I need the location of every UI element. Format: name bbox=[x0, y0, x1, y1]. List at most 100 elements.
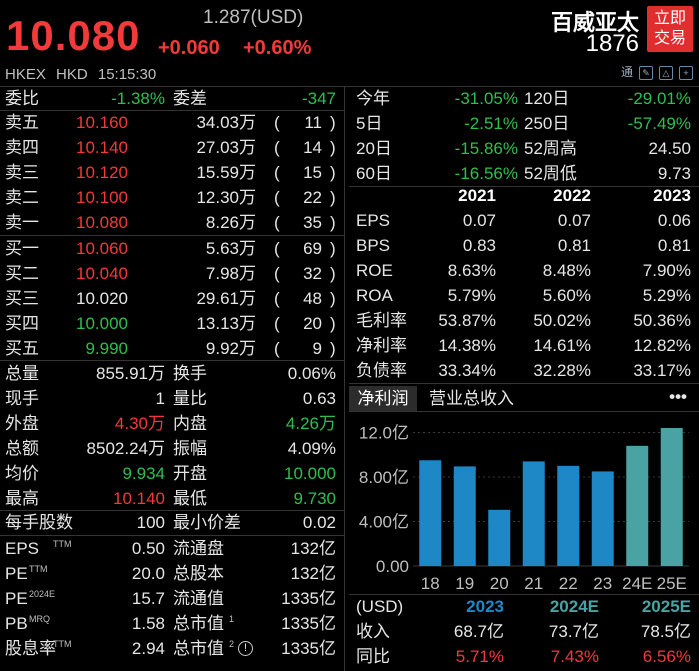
fin-value: 32.28% bbox=[533, 361, 591, 380]
y-tick-label: 12.0亿 bbox=[359, 423, 409, 442]
paren-close: ) bbox=[330, 339, 336, 358]
forecast-value: 73.7亿 bbox=[548, 622, 599, 641]
x-tick-label: 23 bbox=[593, 574, 612, 592]
weibi-label: 委比 bbox=[5, 89, 39, 108]
level-label: 卖一 bbox=[5, 213, 39, 232]
forecast-row: 同比 5.71% 7.43% 6.56% bbox=[349, 644, 699, 669]
tick-size-value: 0.02 bbox=[302, 513, 336, 532]
y-tick-label: 4.00亿 bbox=[359, 512, 409, 531]
valuation-label: PE bbox=[5, 589, 28, 608]
x-tick-label: 21 bbox=[524, 574, 543, 592]
level-volume: 12.30万 bbox=[196, 188, 256, 207]
bar bbox=[488, 509, 511, 566]
forecast-header: (USD) 2023 2024E 2025E bbox=[349, 594, 699, 619]
stat-label: 量比 bbox=[173, 389, 207, 408]
perf-label: 20日 bbox=[356, 139, 392, 158]
stat-label: 最高 bbox=[5, 489, 39, 508]
fin-label: ROE bbox=[356, 261, 393, 280]
level-count: 48 bbox=[303, 289, 322, 308]
stat-value: 4.26万 bbox=[285, 414, 336, 433]
marketcap-suffix: 2 bbox=[229, 639, 235, 649]
level-label: 卖二 bbox=[5, 188, 39, 207]
level-label: 买四 bbox=[5, 314, 39, 333]
valuation-label: 流通值 bbox=[173, 589, 224, 608]
fin-value: 5.79% bbox=[447, 286, 496, 305]
lot-row: 每手股数 100 最小价差 0.02 bbox=[0, 510, 344, 535]
perf-value: -2.51% bbox=[464, 114, 518, 133]
stat-value: 10.000 bbox=[284, 464, 336, 483]
tab-revenue[interactable]: 营业总收入 bbox=[429, 386, 514, 411]
x-tick-label: 20 bbox=[490, 574, 509, 592]
level-label: 买五 bbox=[5, 339, 39, 358]
valuation-value: 132亿 bbox=[290, 564, 336, 583]
performance-row: 5日 -2.51% 250日 -57.49% bbox=[349, 111, 699, 136]
add-watchlist-icon[interactable]: + bbox=[679, 66, 693, 80]
tick-size-label: 最小价差 bbox=[173, 513, 241, 532]
paren-open: ( bbox=[274, 239, 280, 258]
perf-value: -57.49% bbox=[627, 114, 691, 133]
alert-bell-icon[interactable]: △ bbox=[659, 66, 673, 80]
stat-value: 9.934 bbox=[122, 464, 165, 483]
valuation-value: 1.58 bbox=[131, 614, 165, 633]
order-level-row: 买四 10.000 13.13万 (20) bbox=[0, 311, 344, 336]
financials-row: EPS 0.07 0.07 0.06 bbox=[349, 208, 699, 233]
paren-close: ) bbox=[330, 138, 336, 157]
level-count: 9 bbox=[312, 339, 322, 358]
fin-label: 负债率 bbox=[356, 361, 407, 380]
perf-value: -31.05% bbox=[454, 89, 518, 108]
paren-close: ) bbox=[330, 163, 336, 182]
level-label: 买一 bbox=[5, 239, 39, 258]
trade-now-button[interactable]: 立即 交易 bbox=[647, 6, 693, 52]
x-tick-label: 25E bbox=[657, 574, 687, 592]
level-volume: 7.98万 bbox=[205, 264, 256, 283]
forecast-row: 收入 68.7亿 73.7亿 78.5亿 bbox=[349, 619, 699, 644]
fin-value: 0.07 bbox=[462, 211, 496, 230]
level-price: 10.160 bbox=[76, 113, 128, 132]
performance-row: 今年 -31.05% 120日 -29.01% bbox=[349, 86, 699, 111]
level-label: 买二 bbox=[5, 264, 39, 283]
level-label: 卖三 bbox=[5, 163, 39, 182]
info-icon[interactable]: ! bbox=[238, 641, 253, 656]
forecast-value: 68.7亿 bbox=[453, 622, 504, 641]
paren-close: ) bbox=[330, 239, 336, 258]
stat-value: 0.63 bbox=[302, 389, 336, 408]
fin-value: 0.81 bbox=[657, 236, 691, 255]
metric-suffix: TTM bbox=[53, 639, 72, 649]
perf-label: 120日 bbox=[524, 89, 570, 108]
forecast-label: 同比 bbox=[356, 647, 390, 666]
valuation-label: PE bbox=[5, 564, 28, 583]
edit-icon[interactable]: ✎ bbox=[639, 66, 653, 80]
stat-label: 最低 bbox=[173, 489, 207, 508]
metric-suffix: TTM bbox=[53, 539, 72, 549]
order-level-row: 卖二 10.100 12.30万 (22) bbox=[0, 185, 344, 210]
fin-value: 0.07 bbox=[557, 211, 591, 230]
valuation-label: 总市值 bbox=[173, 639, 224, 658]
x-tick-label: 18 bbox=[421, 574, 440, 592]
paren-close: ) bbox=[330, 188, 336, 207]
fin-value: 0.06 bbox=[657, 211, 691, 230]
stat-row: 总量 855.91万 换手 0.06% bbox=[0, 361, 344, 386]
stat-row: 均价 9.934 开盘 10.000 bbox=[0, 461, 344, 486]
bar bbox=[557, 465, 580, 566]
level-price: 9.990 bbox=[85, 339, 128, 358]
fin-value: 14.38% bbox=[438, 336, 496, 355]
level-price: 10.020 bbox=[76, 289, 128, 308]
tab-net-profit[interactable]: 净利润 bbox=[349, 386, 417, 411]
paren-open: ( bbox=[274, 188, 280, 207]
usd-price: 1.287(USD) bbox=[203, 7, 304, 28]
perf-value: -29.01% bbox=[627, 89, 691, 108]
paren-open: ( bbox=[274, 113, 280, 132]
stat-value: 4.30万 bbox=[114, 414, 165, 433]
order-level-row: 买一 10.060 5.63万 (69) bbox=[0, 236, 344, 261]
level-volume: 27.03万 bbox=[196, 138, 256, 157]
more-options-icon[interactable]: ••• bbox=[669, 386, 687, 408]
forecast-year: 2025E bbox=[641, 597, 691, 616]
forecast-label: 收入 bbox=[356, 622, 390, 641]
fin-year: 2022 bbox=[553, 186, 591, 205]
trade-button-line2: 交易 bbox=[653, 30, 686, 47]
x-tick-label: 24E bbox=[622, 574, 652, 592]
level-volume: 5.63万 bbox=[205, 239, 256, 258]
level-price: 10.040 bbox=[76, 264, 128, 283]
fin-label: ROA bbox=[356, 286, 393, 305]
connect-icon[interactable]: 通 bbox=[621, 66, 633, 80]
